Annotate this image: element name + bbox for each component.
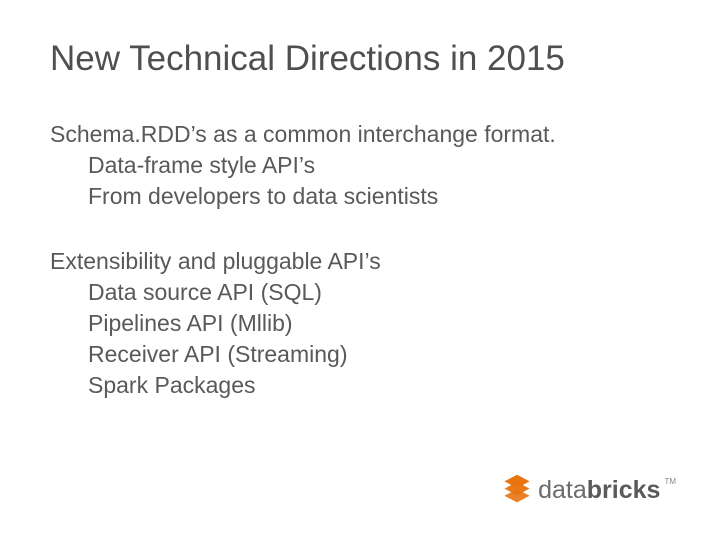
section-1: Schema.RDD’s as a common interchange for… [50, 119, 670, 212]
slide-title: New Technical Directions in 2015 [50, 40, 670, 79]
trademark-symbol: TM [664, 477, 676, 486]
section-1-item-2: From developers to data scientists [88, 181, 670, 212]
section-1-lead: Schema.RDD’s as a common interchange for… [50, 119, 670, 150]
section-2-lead: Extensibility and pluggable API’s [50, 246, 670, 277]
databricks-logo: databricks TM [502, 473, 676, 508]
databricks-logo-icon [502, 473, 532, 508]
slide: New Technical Directions in 2015 Schema.… [0, 0, 720, 540]
section-2-item-3: Receiver API (Streaming) [88, 339, 670, 370]
section-2-item-1: Data source API (SQL) [88, 277, 670, 308]
databricks-logo-text: databricks [538, 476, 660, 505]
section-1-item-1: Data-frame style API’s [88, 150, 670, 181]
section-2-item-2: Pipelines API (Mllib) [88, 308, 670, 339]
section-2-item-4: Spark Packages [88, 370, 670, 401]
section-2: Extensibility and pluggable API’s Data s… [50, 246, 670, 401]
logo-suffix: bricks [587, 476, 661, 504]
logo-prefix: data [538, 476, 587, 504]
